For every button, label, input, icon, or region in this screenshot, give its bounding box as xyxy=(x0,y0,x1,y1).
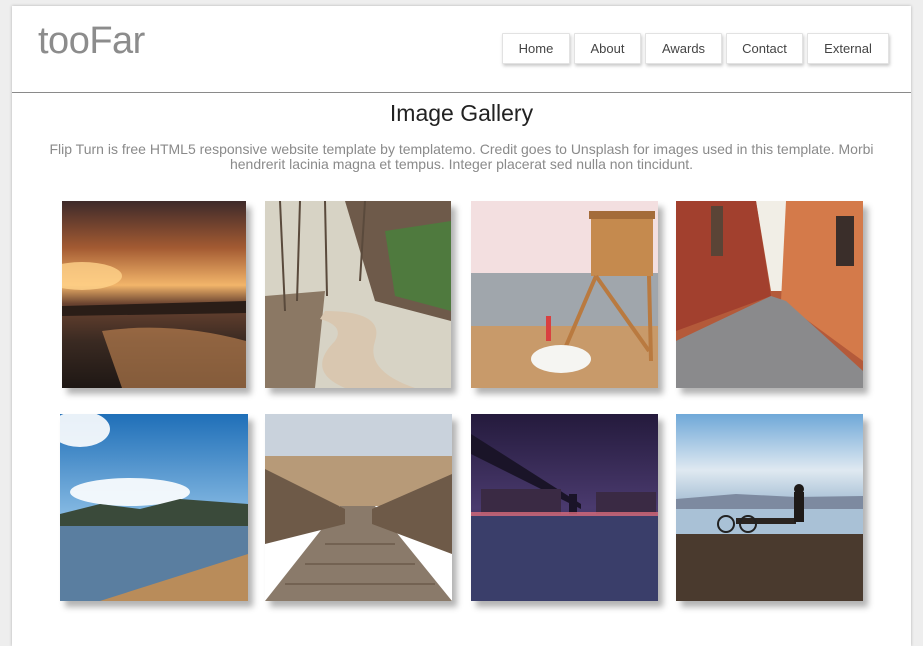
lifeguard-tower-picture xyxy=(471,201,658,388)
gallery-image-alley-street[interactable] xyxy=(676,201,863,388)
alley-street-picture xyxy=(676,201,863,388)
mountain-lake-picture xyxy=(60,414,248,601)
main-nav: Home About Awards Contact External xyxy=(502,33,889,64)
forest-road-picture xyxy=(265,201,451,388)
bicycle-shore-picture xyxy=(676,414,863,601)
nav-external-button[interactable]: External xyxy=(807,33,889,64)
gallery-image-forest-road[interactable] xyxy=(265,201,451,388)
gallery-image-boardwalk[interactable] xyxy=(265,414,452,601)
gallery-description: Flip Turn is free HTML5 responsive websi… xyxy=(49,141,874,172)
site-logo[interactable]: tooFar xyxy=(38,20,145,63)
gallery-image-night-bridge[interactable] xyxy=(471,414,658,601)
gallery-image-lifeguard-tower[interactable] xyxy=(471,201,658,388)
nav-about-button[interactable]: About xyxy=(574,33,641,64)
gallery-image-bicycle-shore[interactable] xyxy=(676,414,863,601)
gallery-image-beach-sunset[interactable] xyxy=(62,201,246,388)
gallery-image-mountain-lake[interactable] xyxy=(60,414,248,601)
boardwalk-picture xyxy=(265,414,452,601)
gallery-title: Image Gallery xyxy=(389,100,534,126)
nav-home-button[interactable]: Home xyxy=(502,33,570,64)
beach-sunset-picture xyxy=(62,201,246,388)
nav-contact-button[interactable]: Contact xyxy=(726,33,803,64)
site-header: tooFar Home About Awards Contact Externa… xyxy=(12,6,911,93)
nav-awards-button[interactable]: Awards xyxy=(645,33,722,64)
night-bridge-picture xyxy=(471,414,658,601)
